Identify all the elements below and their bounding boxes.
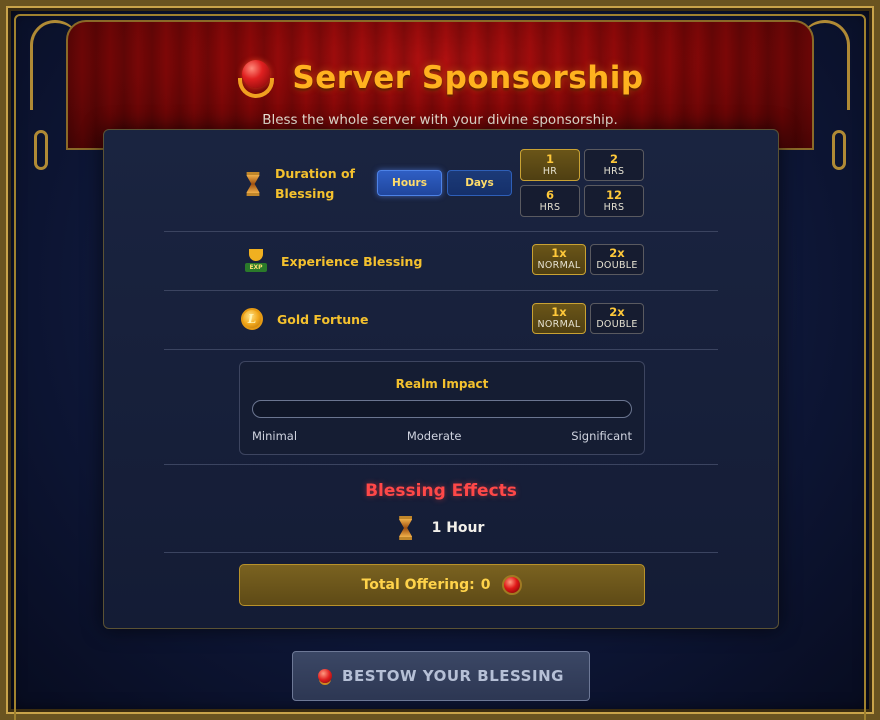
impact-label-moderate: Moderate	[406, 429, 462, 443]
total-offering-label: Total Offering:	[361, 577, 475, 593]
realm-impact-bar	[252, 400, 632, 418]
divider	[164, 464, 718, 465]
unit-hours-button[interactable]: Hours	[377, 170, 442, 196]
option-sub: HRS	[539, 201, 561, 213]
option-value: 2x	[609, 246, 625, 260]
exp-option-double[interactable]: 2x DOUBLE	[590, 244, 644, 275]
sponsor-gem-icon	[236, 58, 276, 98]
duration-label: Duration of Blessing	[245, 164, 355, 204]
title-row: Server Sponsorship	[68, 58, 812, 98]
experience-row: EXP Experience Blessing 1x NORMAL 2x DOU…	[164, 232, 718, 291]
realm-impact-title: Realm Impact	[395, 377, 489, 391]
impact-label-minimal: Minimal	[252, 429, 298, 443]
page-subtitle: Bless the whole server with your divine …	[262, 112, 618, 128]
duration-option-6hrs[interactable]: 6 HRS	[520, 185, 580, 217]
gold-option-normal[interactable]: 1x NORMAL	[532, 303, 586, 334]
duration-label-line2: Blessing	[275, 186, 335, 201]
experience-label: EXP Experience Blessing	[245, 249, 422, 273]
blessing-effects-row: 1 Hour	[104, 516, 778, 540]
frame-scroll-ornament-left	[34, 130, 48, 170]
unit-days-button[interactable]: Days	[447, 170, 512, 196]
option-sub: NORMAL	[537, 319, 581, 330]
experience-label-text: Experience Blessing	[281, 253, 423, 269]
option-sub: HR	[542, 165, 558, 177]
red-gem-icon	[318, 669, 333, 683]
exp-trophy-icon: EXP	[245, 249, 267, 273]
total-offering-box: Total Offering: 0	[239, 564, 645, 606]
page-title: Server Sponsorship	[292, 60, 644, 96]
red-gem-icon	[502, 575, 523, 595]
realm-impact-labels: Minimal Moderate Significant	[252, 429, 632, 443]
gold-label: L Gold Fortune	[241, 308, 368, 330]
frame-scroll-ornament-right	[832, 130, 846, 170]
gold-row: L Gold Fortune 1x NORMAL 2x DOUBLE	[164, 291, 718, 350]
blessing-effects-title: Blessing Effects	[365, 481, 517, 501]
option-value: 1x	[551, 305, 567, 319]
duration-label-line1: Duration of	[275, 166, 355, 181]
bestow-button-label: BESTOW YOUR BLESSING	[342, 667, 564, 685]
duration-option-2hrs[interactable]: 2 HRS	[584, 149, 644, 181]
option-value: 2	[609, 151, 618, 166]
option-sub: HRS	[603, 201, 625, 213]
impact-label-significant: Significant	[571, 429, 632, 443]
option-sub: HRS	[603, 165, 625, 177]
option-value: 12	[605, 187, 622, 202]
hourglass-icon	[399, 516, 412, 540]
gold-label-text: Gold Fortune	[277, 311, 369, 327]
duration-option-12hrs[interactable]: 12 HRS	[584, 185, 644, 217]
realm-impact-box: Realm Impact Minimal Moderate Significan…	[239, 361, 645, 455]
option-sub: DOUBLE	[596, 260, 638, 271]
option-value: 1	[545, 151, 554, 166]
option-sub: NORMAL	[537, 260, 581, 271]
duration-row: Duration of Blessing Hours Days 1 HR 2 H…	[164, 130, 718, 232]
gold-coin-icon: L	[241, 308, 263, 330]
hourglass-icon	[246, 172, 260, 196]
option-value: 2x	[609, 305, 625, 319]
option-value: 1x	[551, 246, 567, 260]
option-value: 6	[545, 187, 554, 202]
gold-option-double[interactable]: 2x DOUBLE	[590, 303, 644, 334]
sponsorship-panel: Duration of Blessing Hours Days 1 HR 2 H…	[103, 129, 779, 629]
exp-option-normal[interactable]: 1x NORMAL	[532, 244, 586, 275]
divider	[164, 552, 718, 553]
total-offering-amount: 0	[480, 577, 491, 593]
blessing-duration-text: 1 Hour	[431, 520, 485, 536]
bestow-blessing-button[interactable]: BESTOW YOUR BLESSING	[292, 651, 590, 701]
duration-option-1hr[interactable]: 1 HR	[520, 149, 580, 181]
option-sub: DOUBLE	[596, 319, 638, 330]
